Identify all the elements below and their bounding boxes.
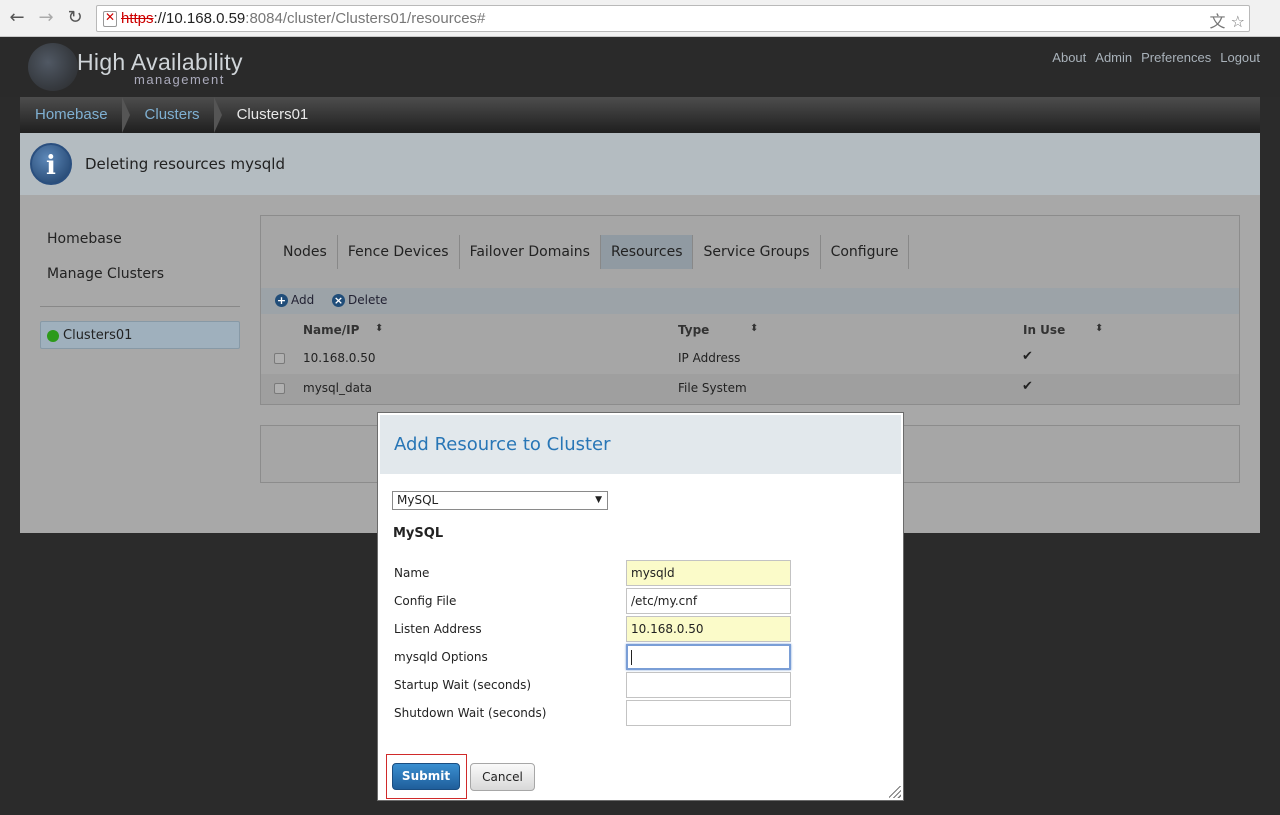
row-name[interactable]: mysql_data (303, 381, 372, 395)
sidebar-divider (40, 306, 240, 307)
logout-link[interactable]: Logout (1220, 50, 1260, 65)
column-header-name[interactable]: Name/IP (303, 323, 359, 337)
tab-fence-devices[interactable]: Fence Devices (338, 235, 460, 269)
delete-icon: × (332, 293, 345, 307)
tab-configure[interactable]: Configure (821, 235, 910, 269)
table-row[interactable]: mysql_data File System ✔ (261, 374, 1239, 404)
url-scheme: https (121, 10, 154, 27)
resources-panel: Nodes Fence Devices Failover Domains Res… (260, 215, 1240, 405)
row-checkbox[interactable] (274, 383, 285, 394)
breadcrumb-current-cluster: Clusters01 (236, 106, 309, 123)
in-use-check-icon: ✔ (1022, 379, 1033, 394)
add-resource-dialog: Add Resource to Cluster MySQL ▼ MySQL Na… (377, 412, 904, 801)
name-input[interactable]: mysqld (626, 560, 791, 586)
info-message: Deleting resources mysqld (85, 155, 285, 173)
tab-nodes[interactable]: Nodes (273, 235, 338, 269)
listen-address-input[interactable]: 10.168.0.50 (626, 616, 791, 642)
resource-type-select[interactable]: MySQL ▼ (392, 491, 608, 510)
breadcrumb-homebase[interactable]: Homebase (20, 97, 130, 133)
tab-failover-domains[interactable]: Failover Domains (460, 235, 601, 269)
insecure-lock-icon[interactable] (103, 10, 117, 27)
cluster-status-icon (47, 330, 59, 342)
startup-wait-label: Startup Wait (seconds) (394, 678, 532, 692)
bookmark-star-icon[interactable]: ☆ (1231, 12, 1245, 31)
dialog-header[interactable]: Add Resource to Cluster (380, 415, 901, 474)
top-nav-links: About Admin Preferences Logout (1052, 50, 1260, 65)
admin-link[interactable]: Admin (1095, 50, 1132, 65)
listen-address-label: Listen Address (394, 622, 482, 636)
in-use-check-icon: ✔ (1022, 349, 1033, 364)
cancel-button[interactable]: Cancel (470, 763, 535, 791)
row-name[interactable]: 10.168.0.50 (303, 351, 376, 365)
config-file-input[interactable]: /etc/my.cnf (626, 588, 791, 614)
delete-label: Delete (348, 293, 388, 307)
submit-button[interactable]: Submit (392, 763, 460, 790)
table-header: Name/IP ⬍ Type ⬍ In Use ⬍ (261, 316, 1239, 344)
sort-icon[interactable]: ⬍ (375, 323, 383, 334)
sidebar-cluster-item[interactable]: Clusters01 (40, 321, 240, 349)
chevron-down-icon: ▼ (595, 495, 602, 505)
tab-resources[interactable]: Resources (600, 235, 694, 269)
browser-toolbar: ← → ↻ https://10.168.0.59:8084/cluster/C… (0, 0, 1280, 37)
name-label: Name (394, 566, 430, 580)
info-banner: i Deleting resources mysqld (20, 133, 1260, 195)
logo-subtitle: management (134, 72, 225, 87)
forward-arrow-icon[interactable]: → (35, 8, 57, 28)
mysqld-options-label: mysqld Options (394, 650, 488, 664)
reload-icon[interactable]: ↻ (64, 8, 86, 28)
sort-icon[interactable]: ⬍ (1095, 323, 1103, 334)
tab-service-groups[interactable]: Service Groups (693, 235, 821, 269)
dialog-title: Add Resource to Cluster (394, 434, 611, 455)
shutdown-wait-label: Shutdown Wait (seconds) (394, 706, 547, 720)
translate-icon[interactable]: 文 (1210, 12, 1226, 31)
cluster-name: Clusters01 (63, 328, 133, 343)
sidebar-item-manage-clusters[interactable]: Manage Clusters (47, 266, 164, 282)
info-icon: i (30, 143, 72, 185)
startup-wait-input[interactable] (626, 672, 791, 698)
column-header-in-use[interactable]: In Use (1023, 323, 1065, 337)
shutdown-wait-input[interactable] (626, 700, 791, 726)
url-path: :8084/cluster/Clusters01/resources# (245, 10, 486, 27)
add-resource-button[interactable]: + Add (275, 293, 314, 307)
logo-icon (28, 43, 78, 91)
address-bar[interactable]: https://10.168.0.59:8084/cluster/Cluster… (96, 5, 1250, 32)
delete-resource-button[interactable]: × Delete (332, 293, 387, 307)
row-checkbox[interactable] (274, 353, 285, 364)
plus-icon: + (275, 293, 288, 307)
row-type: IP Address (678, 351, 741, 365)
breadcrumb-clusters[interactable]: Clusters (130, 97, 222, 133)
sort-icon[interactable]: ⬍ (750, 323, 758, 334)
form-section-title: MySQL (393, 526, 444, 541)
add-label: Add (291, 293, 315, 307)
address-bar-actions: 文 ☆ (1210, 8, 1245, 32)
breadcrumb: Homebase Clusters Clusters01 (20, 97, 1260, 133)
tab-bar: Nodes Fence Devices Failover Domains Res… (273, 235, 910, 269)
mysqld-options-input[interactable] (626, 644, 791, 670)
row-type: File System (678, 381, 747, 395)
column-header-type[interactable]: Type (678, 323, 709, 337)
submit-highlight: Submit (386, 754, 467, 799)
sidebar-item-homebase[interactable]: Homebase (47, 231, 122, 247)
resize-grip-icon[interactable] (889, 786, 901, 798)
resource-toolbar: + Add × Delete (261, 288, 1239, 314)
url-host: ://10.168.0.59 (153, 10, 246, 27)
app-header: High Availability management About Admin… (0, 37, 1280, 97)
preferences-link[interactable]: Preferences (1141, 50, 1211, 65)
url-text: https://10.168.0.59:8084/cluster/Cluster… (121, 10, 485, 27)
back-arrow-icon[interactable]: ← (6, 8, 28, 28)
table-row[interactable]: 10.168.0.50 IP Address ✔ (261, 344, 1239, 374)
about-link[interactable]: About (1052, 50, 1086, 65)
config-file-label: Config File (394, 594, 457, 608)
resource-type-value: MySQL (397, 493, 439, 507)
